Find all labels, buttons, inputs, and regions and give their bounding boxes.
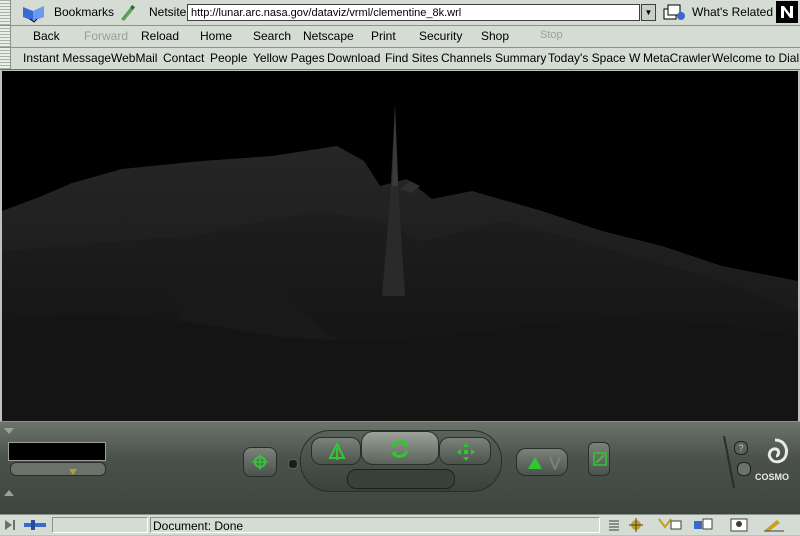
zoom-button[interactable] (516, 448, 568, 476)
link-yellow-pages[interactable]: Yellow Pages (253, 51, 325, 65)
viewpoint-selector[interactable] (10, 462, 106, 476)
rotate-icon (388, 438, 412, 460)
panel-divider (722, 434, 736, 490)
personal-toolbar: Instant Message WebMail Contact People Y… (0, 48, 800, 70)
status-text: Document: Done (153, 519, 244, 533)
page-proxy-icon[interactable] (118, 4, 136, 22)
whats-related-icon[interactable] (662, 3, 686, 23)
netscape-button[interactable]: Netscape (303, 29, 354, 43)
search-button[interactable]: Search (253, 29, 291, 43)
collapse-arrow-icon[interactable] (4, 424, 14, 434)
url-input[interactable] (187, 4, 640, 21)
viewpoint-display[interactable] (8, 442, 106, 461)
whats-related-button[interactable]: What's Related (692, 5, 773, 19)
rotate-button[interactable] (361, 431, 439, 465)
walk-icon (328, 441, 346, 462)
pan-icon (456, 442, 476, 462)
link-metacrawler[interactable]: MetaCrawler (643, 51, 711, 65)
link-download[interactable]: Download (327, 51, 380, 65)
preferences-button[interactable] (737, 462, 751, 476)
address-book-task-icon[interactable] (730, 517, 748, 533)
cosmo-logo-icon (758, 436, 792, 470)
tilt-icon (549, 456, 561, 472)
back-button[interactable]: Back (33, 29, 60, 43)
netsite-label: Netsite: (149, 5, 190, 19)
location-toolbar: Bookmarks Netsite: ▼ What's Related (0, 0, 800, 26)
expand-arrow-icon[interactable] (4, 486, 14, 496)
forward-button[interactable]: Forward (84, 29, 128, 43)
link-contact[interactable]: Contact (163, 51, 204, 65)
print-button[interactable]: Print (371, 29, 396, 43)
link-people[interactable]: People (210, 51, 247, 65)
navigation-console (300, 430, 502, 492)
navigation-toolbar: Back Forward Reload Home Search Netscape… (0, 26, 800, 48)
help-button[interactable]: ? (734, 441, 748, 455)
home-button[interactable]: Home (200, 29, 232, 43)
shop-button[interactable]: Shop (481, 29, 509, 43)
seek-crosshair-icon (252, 454, 268, 470)
bookmarks-icon[interactable] (20, 3, 48, 23)
toolbar-grip[interactable] (0, 0, 11, 25)
security-button[interactable]: Security (419, 29, 462, 43)
bookmarks-button[interactable]: Bookmarks (54, 5, 114, 19)
seek-button[interactable] (243, 447, 277, 477)
status-text-box: Document: Done (150, 517, 600, 533)
navigation-trackpad[interactable] (347, 469, 455, 489)
link-channels[interactable]: Channels (441, 51, 492, 65)
newsgroups-task-icon[interactable] (692, 517, 714, 533)
connection-icon[interactable] (22, 518, 48, 532)
link-webmail[interactable]: WebMail (111, 51, 157, 65)
link-summary[interactable]: Summary (495, 51, 546, 65)
netscape-logo-icon[interactable] (776, 1, 798, 23)
straighten-button[interactable] (588, 442, 610, 476)
task-navigator-icon[interactable] (607, 518, 621, 532)
walk-button[interactable] (311, 437, 361, 465)
link-find-sites[interactable]: Find Sites (385, 51, 438, 65)
vrml-3d-viewport[interactable] (2, 71, 798, 421)
cosmo-player-dashboard: ? COSMO (0, 421, 800, 515)
status-bar: Document: Done (0, 514, 800, 535)
viewpoint-dropdown-icon[interactable] (69, 465, 77, 475)
status-bar-grip[interactable] (2, 518, 18, 532)
cosmo-brand-label: COSMO (755, 472, 790, 482)
navigator-task-icon[interactable] (627, 517, 649, 533)
stop-button[interactable]: Stop (540, 29, 563, 41)
toolbar-grip[interactable] (0, 26, 11, 47)
indicator-light (288, 459, 298, 469)
lunar-terrain-scene (2, 105, 798, 421)
url-dropdown-icon[interactable]: ▼ (641, 4, 656, 21)
link-instant-message[interactable]: Instant Message (23, 51, 111, 65)
link-welcome-to-dial[interactable]: Welcome to Dial (712, 51, 799, 65)
toolbar-grip[interactable] (0, 48, 11, 69)
link-todays-space[interactable]: Today's Space W (548, 51, 640, 65)
pan-button[interactable] (439, 437, 491, 465)
mail-task-icon[interactable] (657, 517, 683, 533)
progress-meter (52, 517, 148, 533)
zoom-icon (527, 455, 543, 471)
reload-button[interactable]: Reload (141, 29, 179, 43)
help-label: ? (738, 443, 744, 453)
composer-task-icon[interactable] (762, 517, 786, 533)
straighten-icon (592, 451, 608, 467)
